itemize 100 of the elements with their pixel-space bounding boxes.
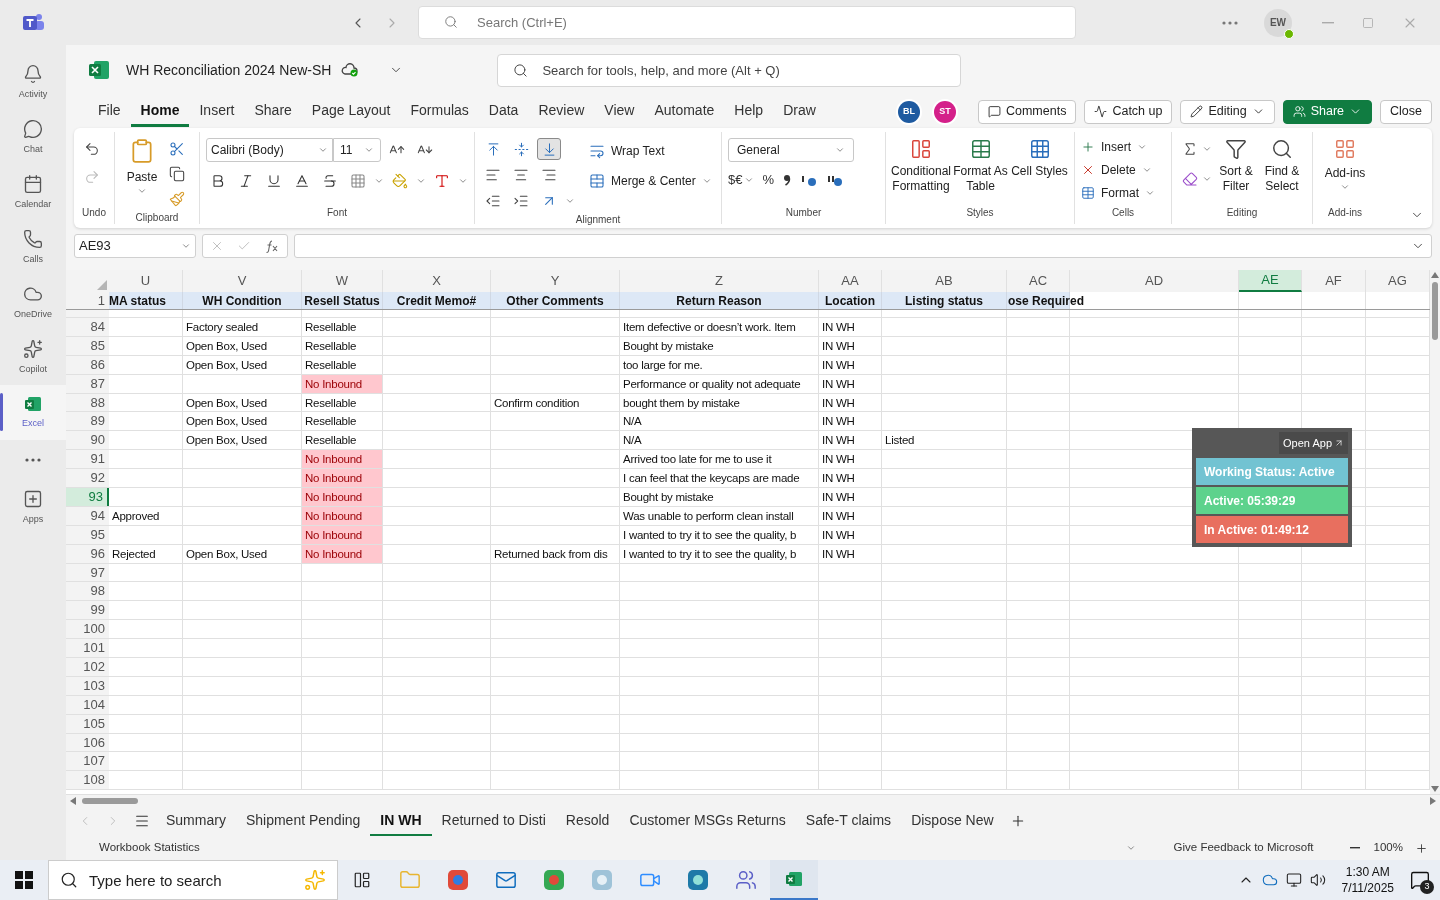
menu-tab[interactable]: View: [594, 96, 645, 127]
row-number[interactable]: 1: [66, 292, 109, 309]
merge-center-button[interactable]: Merge & Center: [589, 172, 712, 190]
row-number[interactable]: 108: [66, 771, 109, 790]
row-number[interactable]: 93: [66, 488, 109, 506]
vertical-align-button[interactable]: [537, 138, 561, 160]
sheet-tab[interactable]: Customer MSGs Returns: [619, 806, 796, 836]
horizontal-scrollbar[interactable]: [66, 794, 1440, 806]
row-number[interactable]: 89: [66, 412, 109, 431]
column-letter[interactable]: AE: [1239, 270, 1302, 292]
cloud-icon: [1261, 872, 1278, 888]
status-menu-button[interactable]: [1125, 843, 1136, 853]
rail-item[interactable]: Apps: [0, 480, 66, 535]
tools-search-field[interactable]: Search for tools, help, and more (Alt + Q): [497, 53, 962, 87]
format-cells-button[interactable]: Format: [1081, 184, 1155, 202]
menu-tab[interactable]: Page Layout: [301, 96, 401, 127]
row-number[interactable]: 99: [66, 601, 109, 620]
row-number[interactable]: 91: [66, 450, 109, 469]
format-as-table-button[interactable]: Format As Table: [952, 138, 1009, 194]
taskbar-search-field[interactable]: Type here to search: [48, 860, 338, 900]
user-avatar[interactable]: EW: [1264, 8, 1292, 37]
insert-cells-button[interactable]: Insert: [1081, 138, 1155, 156]
rail-item[interactable]: Calls: [0, 220, 66, 275]
scroll-right-icon: [1430, 796, 1436, 805]
currency-button[interactable]: $€: [728, 170, 755, 190]
search-field[interactable]: Search (Ctrl+E): [418, 6, 1076, 39]
row-number[interactable]: 98: [66, 582, 109, 601]
menu-tab[interactable]: Share: [244, 96, 302, 127]
row-number[interactable]: 90: [66, 431, 109, 450]
rail-item[interactable]: Activity: [0, 55, 66, 110]
column-letter[interactable]: AF: [1302, 270, 1366, 292]
zoom-in-button[interactable]: [1415, 841, 1428, 855]
menu-tab[interactable]: File: [88, 96, 131, 127]
menu-tab[interactable]: Data: [478, 96, 529, 127]
number-format-field[interactable]: General: [728, 138, 854, 162]
rail-item[interactable]: Excel: [0, 385, 66, 440]
rail-item[interactable]: OneDrive: [0, 275, 66, 330]
paste-button[interactable]: Paste: [121, 138, 163, 196]
row-number[interactable]: 100: [66, 620, 109, 639]
toolbar-button[interactable]: Editing: [1180, 99, 1275, 124]
toolbar-button[interactable]: Close: [1380, 99, 1432, 124]
sort-filter-button[interactable]: Sort & Filter: [1214, 138, 1258, 194]
table-cell: Approved: [109, 506, 183, 525]
pulse-icon: [1094, 105, 1108, 118]
table-cell: Resellable: [302, 318, 383, 336]
row-number[interactable]: 84: [66, 318, 109, 336]
wrap-text-button[interactable]: Wrap Text: [589, 142, 712, 160]
chevron-down-icon: [364, 145, 374, 155]
rail-item[interactable]: Copilot: [0, 330, 66, 385]
column-title: Other Comments: [506, 292, 604, 310]
row-number[interactable]: 107: [66, 752, 109, 771]
notifications-button[interactable]: 3: [1400, 860, 1440, 900]
menu-tab[interactable]: Formulas: [400, 96, 479, 127]
cell-styles-button[interactable]: Cell Styles: [1011, 138, 1068, 194]
chevron-down-icon: [701, 176, 712, 186]
add-ins-button[interactable]: Add-ins: [1319, 138, 1371, 192]
font-name-field[interactable]: Calibri (Body): [206, 138, 333, 162]
row-number[interactable]: 101: [66, 639, 109, 658]
sheet-tab[interactable]: Dispose New: [901, 806, 1004, 836]
row-number[interactable]: 92: [66, 469, 109, 487]
bold-icon: [210, 173, 226, 189]
table-cell: I wanted to try it to see the quality, b: [620, 544, 819, 563]
sheet-tab[interactable]: Safe-T claims: [795, 806, 902, 836]
toolbar-button[interactable]: Share: [1282, 99, 1373, 124]
scroll-down-icon: [1431, 786, 1439, 792]
open-app-button[interactable]: Open App: [1279, 432, 1348, 454]
sheet-tab[interactable]: Resold: [555, 806, 620, 836]
vertical-scrollbar[interactable]: [1430, 270, 1440, 794]
delete-cells-button[interactable]: Delete: [1081, 161, 1155, 179]
percent-button[interactable]: %: [762, 170, 775, 190]
sheet-tab[interactable]: Summary: [156, 806, 236, 836]
menu-tab[interactable]: Help: [724, 96, 774, 127]
menu-tab[interactable]: Insert: [189, 96, 245, 127]
toolbar-button[interactable]: Comments: [977, 99, 1077, 124]
sheet-tab[interactable]: Returned to Disti: [431, 806, 556, 836]
table-cell: Open Box, Used: [183, 412, 302, 431]
conditional-formatting-button[interactable]: Conditional Formatting: [892, 138, 950, 194]
rail-item[interactable]: Calendar: [0, 165, 66, 220]
table-cell: IN WH: [819, 525, 882, 544]
table-cell: Was unable to perform clean install: [620, 506, 819, 525]
menu-tab[interactable]: Review: [528, 96, 595, 127]
sheet-tab[interactable]: Shipment Pending: [235, 806, 371, 836]
sheet-list-button[interactable]: [134, 813, 150, 829]
rail-item[interactable]: Chat: [0, 110, 66, 165]
taskbar-app[interactable]: [770, 860, 818, 900]
collaborator-avatar[interactable]: BL: [897, 100, 920, 123]
more-button[interactable]: [1222, 20, 1238, 25]
menu-tab[interactable]: Automate: [644, 96, 725, 127]
font-size-field[interactable]: 11: [333, 138, 381, 162]
workbook-statistics[interactable]: Workbook Statistics: [99, 839, 200, 857]
more-icon: [1222, 20, 1238, 25]
clock[interactable]: 1:30 AM 7/11/2025: [1335, 864, 1400, 896]
name-box[interactable]: AE93: [74, 234, 196, 258]
collaborator-avatar[interactable]: ST: [933, 100, 956, 123]
find-select-button[interactable]: Find & Select: [1260, 138, 1304, 194]
feedback-link[interactable]: Give Feedback to Microsoft: [1173, 839, 1314, 857]
formula-field[interactable]: [294, 234, 1432, 258]
menu-tab[interactable]: Draw: [773, 96, 826, 127]
row-number[interactable]: 102: [66, 658, 109, 676]
toolbar-button[interactable]: Catch up: [1084, 99, 1173, 124]
